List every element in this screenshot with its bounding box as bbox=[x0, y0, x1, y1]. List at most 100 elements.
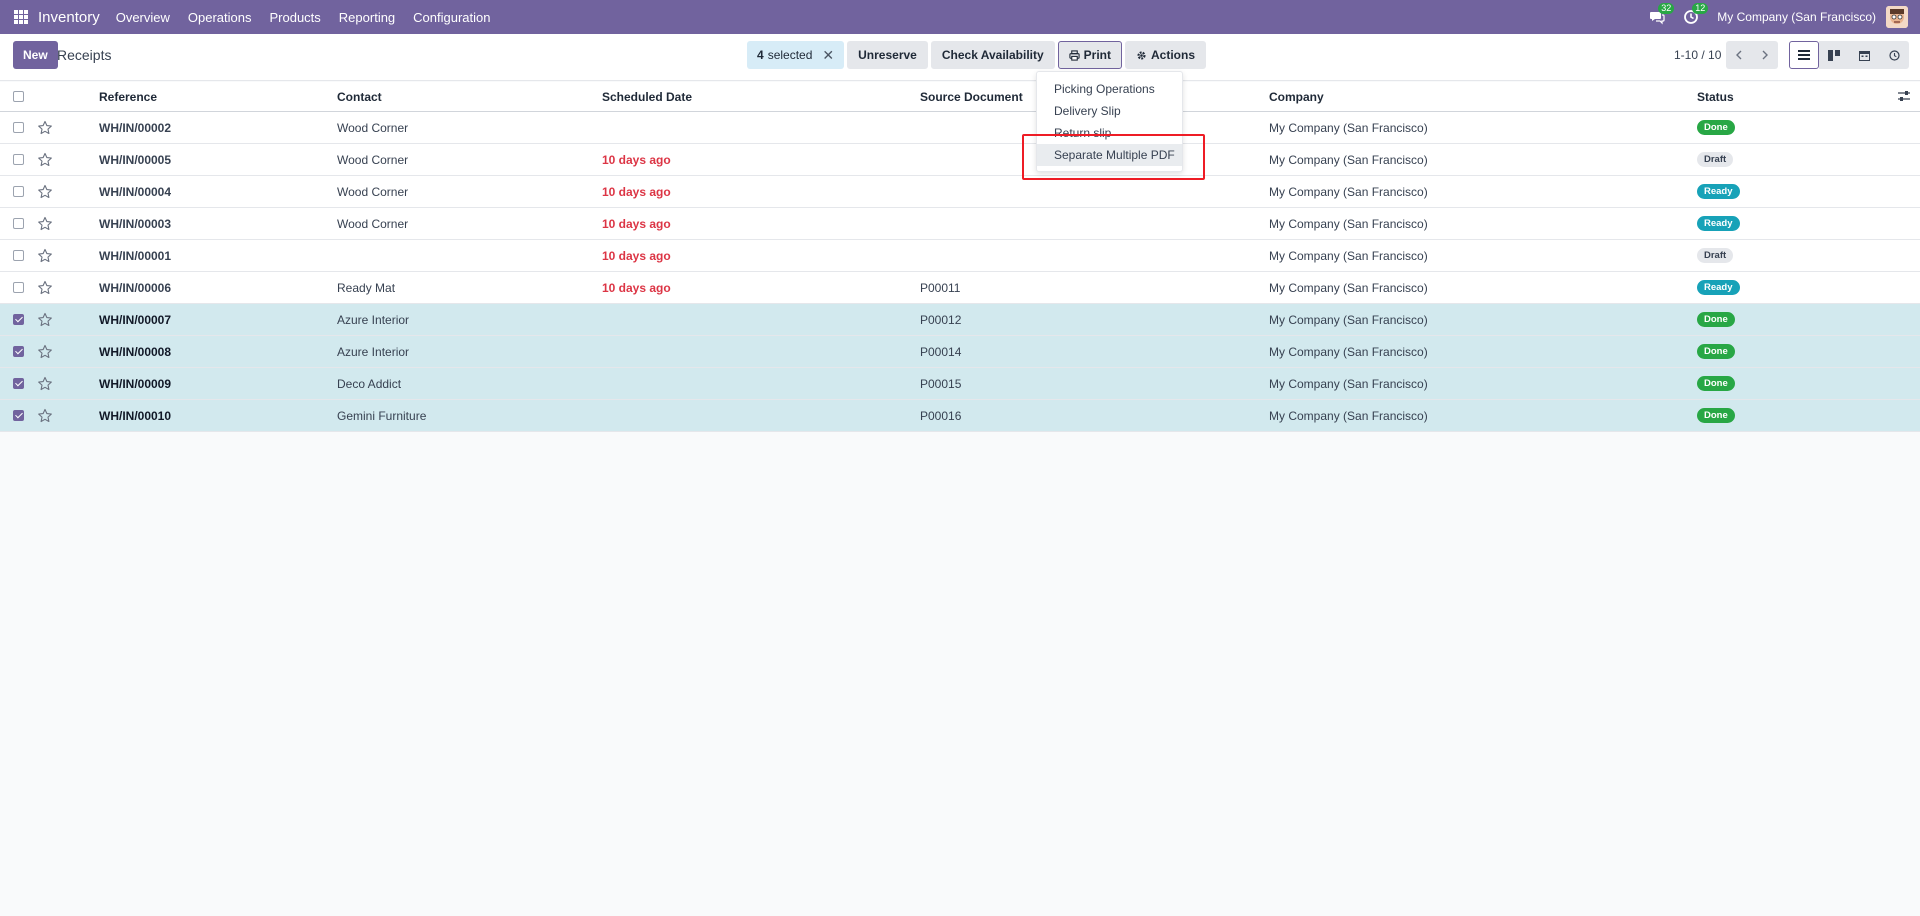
table-row[interactable]: WH/IN/00002 Wood Corner My Company (San … bbox=[0, 112, 1920, 144]
print-picking-operations[interactable]: Picking Operations bbox=[1037, 78, 1182, 100]
row-checkbox[interactable] bbox=[13, 345, 24, 357]
print-delivery-slip[interactable]: Delivery Slip bbox=[1037, 100, 1182, 122]
messages-icon[interactable]: 32 bbox=[1649, 3, 1675, 25]
table-row[interactable]: WH/IN/00008 Azure Interior P00014 My Com… bbox=[0, 336, 1920, 368]
row-company: My Company (San Francisco) bbox=[1269, 312, 1428, 327]
star-icon[interactable] bbox=[37, 216, 53, 232]
kanban-view-button[interactable] bbox=[1819, 41, 1849, 69]
row-scheduled-date: 10 days ago bbox=[602, 248, 671, 263]
pager-previous-button[interactable] bbox=[1726, 41, 1752, 69]
unselect-all-close-icon[interactable]: ✕ bbox=[822, 47, 834, 64]
row-status: Done bbox=[1697, 368, 1735, 399]
table-row[interactable]: WH/IN/00001 10 days ago My Company (San … bbox=[0, 240, 1920, 272]
row-checkbox[interactable] bbox=[13, 121, 24, 133]
row-company: My Company (San Francisco) bbox=[1269, 248, 1428, 263]
star-icon[interactable] bbox=[37, 280, 53, 296]
actions-button[interactable]: Actions bbox=[1125, 41, 1207, 69]
column-header-scheduled-date[interactable]: Scheduled Date bbox=[602, 82, 692, 111]
table-row[interactable]: WH/IN/00009 Deco Addict P00015 My Compan… bbox=[0, 368, 1920, 400]
unreserve-button[interactable]: Unreserve bbox=[847, 41, 928, 69]
row-contact: Wood Corner bbox=[337, 184, 409, 199]
star-icon[interactable] bbox=[37, 248, 53, 264]
menu-products[interactable]: Products bbox=[269, 10, 320, 25]
row-reference: WH/IN/00001 bbox=[99, 248, 172, 263]
row-checkbox[interactable] bbox=[13, 281, 24, 293]
row-checkbox[interactable] bbox=[13, 377, 24, 389]
row-company: My Company (San Francisco) bbox=[1269, 280, 1428, 295]
row-reference: WH/IN/00010 bbox=[99, 408, 172, 423]
user-avatar[interactable] bbox=[1886, 6, 1908, 28]
star-icon[interactable] bbox=[37, 152, 53, 168]
table-row[interactable]: WH/IN/00005 Wood Corner 10 days ago My C… bbox=[0, 144, 1920, 176]
row-source-document: P00015 bbox=[920, 376, 962, 391]
activities-count-badge: 12 bbox=[1692, 3, 1709, 14]
calendar-view-button[interactable] bbox=[1849, 41, 1879, 69]
row-reference: WH/IN/00007 bbox=[99, 312, 172, 327]
menu-overview[interactable]: Overview bbox=[116, 10, 170, 25]
activities-clock-icon[interactable]: 12 bbox=[1683, 3, 1709, 25]
column-header-source-document[interactable]: Source Document bbox=[920, 82, 1023, 111]
table-row[interactable]: WH/IN/00006 Ready Mat 10 days ago P00011… bbox=[0, 272, 1920, 304]
control-panel: New Receipts 4 selected ✕ Unreserve Chec… bbox=[0, 34, 1920, 81]
status-badge: Ready bbox=[1697, 184, 1740, 199]
row-checkbox[interactable] bbox=[13, 249, 24, 261]
column-header-contact[interactable]: Contact bbox=[337, 82, 382, 111]
row-checkbox[interactable] bbox=[13, 217, 24, 229]
row-company: My Company (San Francisco) bbox=[1269, 216, 1428, 231]
app-brand[interactable]: Inventory bbox=[38, 9, 100, 26]
row-checkbox[interactable] bbox=[13, 409, 24, 421]
company-switcher[interactable]: My Company (San Francisco) bbox=[1717, 10, 1876, 24]
row-status: Ready bbox=[1697, 176, 1740, 207]
table-row[interactable]: WH/IN/00007 Azure Interior P00012 My Com… bbox=[0, 304, 1920, 336]
star-icon[interactable] bbox=[37, 376, 53, 392]
check-availability-button[interactable]: Check Availability bbox=[930, 41, 1055, 69]
print-button[interactable]: Print bbox=[1057, 41, 1123, 69]
status-badge: Ready bbox=[1697, 216, 1740, 231]
new-button[interactable]: New bbox=[13, 41, 58, 69]
table-row[interactable]: WH/IN/00004 Wood Corner 10 days ago My C… bbox=[0, 176, 1920, 208]
selected-label: selected bbox=[767, 48, 813, 62]
status-badge: Ready bbox=[1697, 280, 1740, 295]
print-return-slip[interactable]: Return slip bbox=[1037, 122, 1182, 144]
calendar-icon bbox=[1858, 50, 1870, 61]
row-status: Done bbox=[1697, 400, 1735, 431]
activity-view-button[interactable] bbox=[1879, 41, 1909, 69]
column-header-status[interactable]: Status bbox=[1697, 82, 1734, 111]
list-view-icon bbox=[1798, 50, 1810, 60]
list-view-button[interactable] bbox=[1789, 41, 1819, 69]
pager-next-button[interactable] bbox=[1752, 41, 1778, 69]
row-checkbox[interactable] bbox=[13, 313, 24, 325]
apps-menu-icon[interactable] bbox=[14, 10, 28, 24]
row-checkbox[interactable] bbox=[13, 153, 24, 165]
status-badge: Done bbox=[1697, 312, 1735, 327]
print-separate-multiple-pdf[interactable]: Separate Multiple PDF bbox=[1037, 144, 1182, 166]
menu-operations[interactable]: Operations bbox=[188, 10, 252, 25]
print-icon bbox=[1069, 49, 1080, 61]
pager-value[interactable]: 1-10 / 10 bbox=[1674, 48, 1721, 62]
star-icon[interactable] bbox=[37, 408, 53, 424]
star-icon[interactable] bbox=[37, 312, 53, 328]
row-reference: WH/IN/00006 bbox=[99, 280, 172, 295]
row-status: Draft bbox=[1697, 144, 1734, 175]
gear-icon bbox=[1137, 50, 1146, 60]
row-checkbox[interactable] bbox=[13, 185, 24, 197]
select-all-checkbox[interactable] bbox=[13, 90, 24, 102]
main-navbar: Inventory Overview Operations Products R… bbox=[0, 0, 1920, 34]
receipts-list: Reference Contact Scheduled Date Source … bbox=[0, 82, 1920, 432]
menu-reporting[interactable]: Reporting bbox=[339, 10, 395, 25]
menu-configuration[interactable]: Configuration bbox=[413, 10, 490, 25]
row-scheduled-date: 10 days ago bbox=[602, 152, 671, 167]
selected-count: 4 bbox=[757, 48, 764, 62]
table-row[interactable]: WH/IN/00010 Gemini Furniture P00016 My C… bbox=[0, 400, 1920, 432]
row-company: My Company (San Francisco) bbox=[1269, 408, 1428, 423]
table-row[interactable]: WH/IN/00003 Wood Corner 10 days ago My C… bbox=[0, 208, 1920, 240]
breadcrumb: Receipts bbox=[57, 47, 112, 63]
star-icon[interactable] bbox=[37, 120, 53, 136]
row-contact: Azure Interior bbox=[337, 344, 410, 359]
column-header-company[interactable]: Company bbox=[1269, 82, 1324, 111]
column-header-reference[interactable]: Reference bbox=[99, 82, 157, 111]
optional-columns-sliders-icon[interactable] bbox=[1898, 90, 1910, 105]
star-icon[interactable] bbox=[37, 344, 53, 360]
row-reference: WH/IN/00009 bbox=[99, 376, 172, 391]
star-icon[interactable] bbox=[37, 184, 53, 200]
